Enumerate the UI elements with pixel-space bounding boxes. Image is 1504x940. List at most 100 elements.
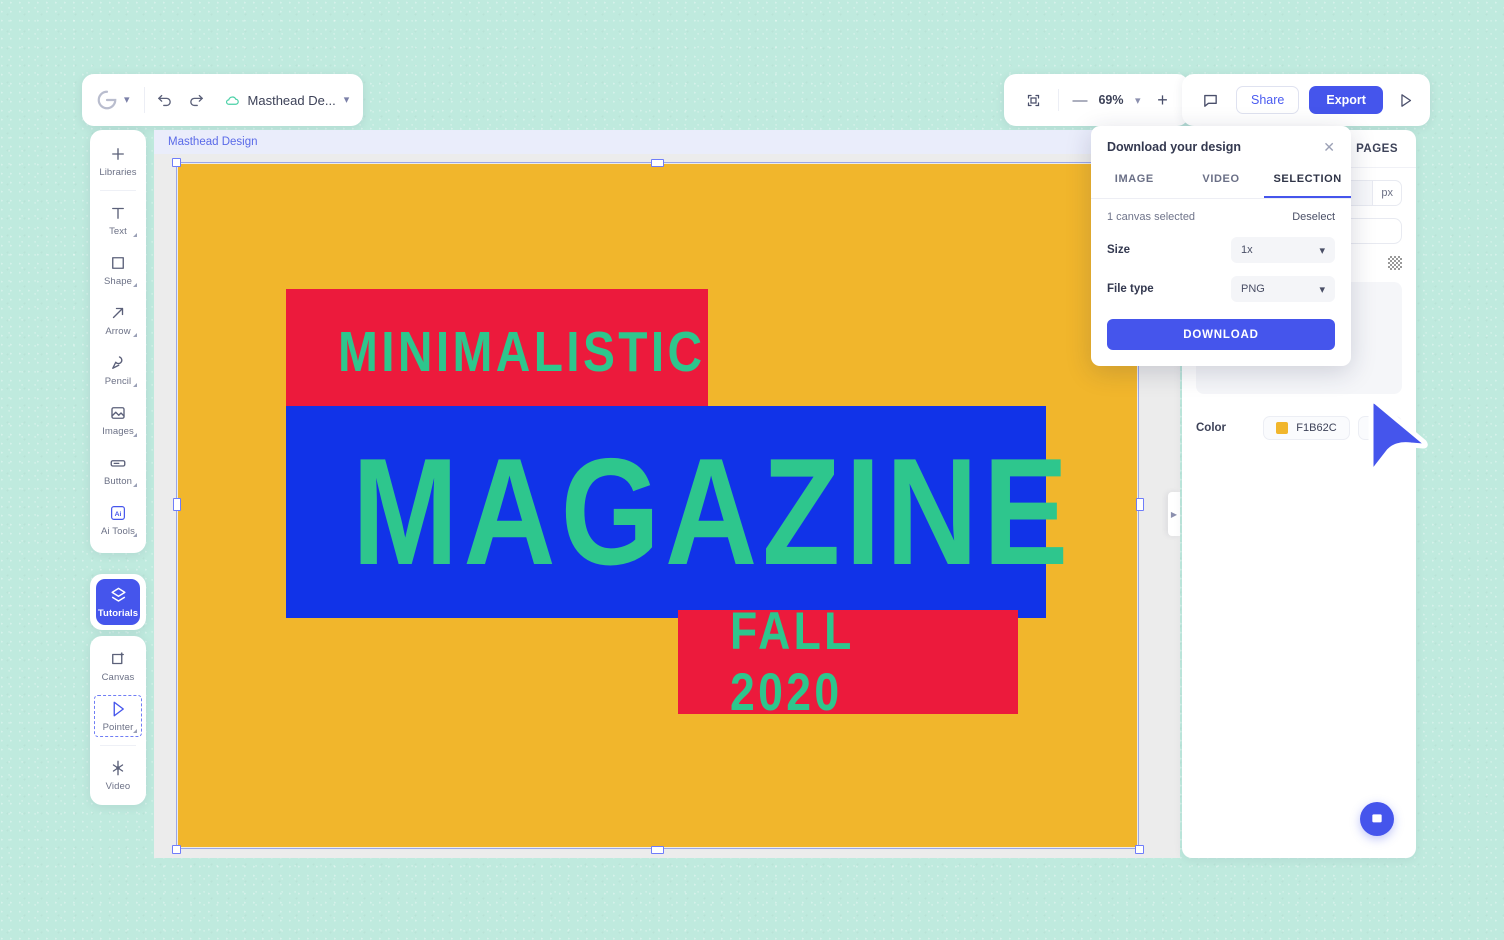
tool-button[interactable]: Button [90, 445, 146, 495]
chevron-down-icon: ▾ [124, 95, 130, 106]
dialog-title: Download your design [1107, 140, 1241, 154]
resize-handle-bottom-right[interactable] [1135, 845, 1144, 854]
canvas-scroll-area[interactable]: MINIMALISTIC MAGAZINE FALL 2020 [154, 154, 1180, 858]
button-icon-wrap [109, 453, 127, 473]
layers-icon-wrap [109, 585, 128, 605]
expand-corner-icon[interactable] [133, 333, 137, 337]
chevron-down-icon: ▾ [1319, 283, 1325, 296]
tool-canvas[interactable]: Canvas [90, 641, 146, 691]
dialog-tab-image[interactable]: IMAGE [1091, 164, 1178, 198]
expand-corner-icon[interactable] [133, 433, 137, 437]
color-label: Color [1196, 422, 1226, 434]
expand-corner-icon[interactable] [133, 729, 137, 733]
tool-shape[interactable]: Shape [90, 245, 146, 295]
resize-handle-mid-left[interactable] [173, 498, 181, 511]
design-text-fall: FALL 2020 [730, 601, 972, 723]
resize-handle-top-left[interactable] [172, 158, 181, 167]
resize-handle-mid-right[interactable] [1136, 498, 1144, 511]
top-bar: ▾ Masthead De... ▾ [82, 74, 1418, 128]
panel-collapse-handle[interactable]: ▶ [1168, 492, 1180, 536]
size-select[interactable]: 1x ▾ [1231, 237, 1335, 263]
divider [144, 87, 145, 113]
expand-corner-icon[interactable] [133, 483, 137, 487]
chevron-down-icon: ▾ [344, 95, 350, 106]
close-icon[interactable]: ✕ [1323, 140, 1335, 154]
tool-label: Shape [104, 276, 132, 287]
tool-images[interactable]: Images [90, 395, 146, 445]
dialog-tabs: IMAGEVIDEOSELECTION [1091, 164, 1351, 199]
color-opacity-input[interactable]: 100 [1358, 416, 1402, 440]
tool-text[interactable]: Text [90, 195, 146, 245]
selection-count-label: 1 canvas selected [1107, 211, 1195, 223]
pointer-icon [109, 700, 127, 718]
size-unit: px [1372, 181, 1401, 205]
tool-tutorials[interactable]: Tutorials [96, 579, 140, 625]
brand-logo-button[interactable]: ▾ [96, 89, 144, 111]
size-select-value: 1x [1241, 244, 1253, 256]
zoom-level[interactable]: 69% [1095, 93, 1127, 107]
secondary-tool-rail: Canvas Pointer Video [90, 636, 146, 805]
share-button[interactable]: Share [1236, 86, 1299, 114]
tool-label: Images [102, 426, 134, 437]
undo-button[interactable] [149, 84, 181, 116]
square-icon [109, 254, 127, 272]
transparency-checker-icon[interactable] [1388, 256, 1402, 270]
filetype-select[interactable]: PNG ▾ [1231, 276, 1335, 302]
play-triangle-icon [1397, 92, 1414, 109]
expand-corner-icon[interactable] [133, 233, 137, 237]
arrow-icon-wrap [109, 303, 127, 323]
filetype-option-row: File type PNG ▾ [1107, 276, 1335, 302]
design-block-fall[interactable]: FALL 2020 [678, 610, 1018, 714]
tool-label: Canvas [102, 672, 135, 683]
canvas-icon-wrap [109, 649, 127, 669]
expand-corner-icon[interactable] [133, 383, 137, 387]
tool-pencil[interactable]: Pencil [90, 345, 146, 395]
export-button[interactable]: Export [1309, 86, 1383, 114]
dialog-body: 1 canvas selected Deselect Size 1x ▾ Fil… [1091, 199, 1351, 366]
breadcrumb[interactable]: Masthead Design [168, 136, 258, 148]
color-row: Color F1B62C 100 [1196, 416, 1402, 440]
download-button[interactable]: DOWNLOAD [1107, 319, 1335, 350]
color-swatch-button[interactable]: F1B62C [1263, 416, 1349, 440]
zoom-in-button[interactable]: + [1149, 90, 1177, 111]
document-title: Masthead De... [248, 93, 336, 108]
left-tool-rail: Libraries Text Shape Arrow Pencil Images Butto… [90, 130, 146, 553]
arrow-icon [109, 304, 127, 322]
dialog-tab-video[interactable]: VIDEO [1178, 164, 1265, 198]
tool-arrow[interactable]: Arrow [90, 295, 146, 345]
help-chat-button[interactable] [1360, 802, 1394, 836]
comment-button[interactable] [1194, 84, 1226, 116]
deselect-button[interactable]: Deselect [1292, 211, 1335, 223]
resize-handle-bottom-left[interactable] [172, 845, 181, 854]
preview-button[interactable] [1393, 92, 1418, 109]
tool-ai-tools[interactable]: AiAi Tools [90, 495, 146, 545]
document-name-button[interactable]: Masthead De... ▾ [213, 93, 350, 108]
redo-button[interactable] [181, 84, 213, 116]
pointer-icon-wrap [109, 699, 127, 719]
artboard[interactable]: MINIMALISTIC MAGAZINE FALL 2020 [178, 164, 1137, 847]
zoom-dropdown-chevron-down-icon[interactable]: ▾ [1129, 94, 1147, 107]
tool-video[interactable]: Video [90, 750, 146, 800]
topbar-left-group: ▾ Masthead De... ▾ [82, 74, 363, 126]
fit-to-screen-button[interactable] [1016, 84, 1050, 116]
image-icon [109, 404, 127, 422]
button-icon [109, 454, 127, 472]
divider [100, 190, 136, 191]
tool-pointer[interactable]: Pointer [90, 691, 146, 741]
zoom-out-button[interactable]: — [1067, 92, 1093, 109]
divider [1058, 89, 1059, 111]
topbar-right-group: Share Export [1182, 74, 1430, 126]
expand-corner-icon[interactable] [133, 533, 137, 537]
expand-corner-icon[interactable] [133, 283, 137, 287]
design-block-magazine[interactable]: MAGAZINE [286, 406, 1046, 618]
resize-handle-bottom-center[interactable] [651, 846, 664, 854]
dialog-tab-selection[interactable]: SELECTION [1264, 164, 1351, 198]
undo-icon [156, 92, 173, 109]
tab-pages[interactable]: PAGES [1356, 143, 1398, 155]
tool-label: Arrow [105, 326, 130, 337]
resize-handle-top-center[interactable] [651, 159, 664, 167]
design-block-minimalistic[interactable]: MINIMALISTIC [286, 289, 708, 414]
color-hex-value[interactable]: F1B62C [1296, 422, 1336, 434]
tool-label: Pointer [103, 722, 134, 733]
tool-libraries[interactable]: Libraries [90, 136, 146, 186]
